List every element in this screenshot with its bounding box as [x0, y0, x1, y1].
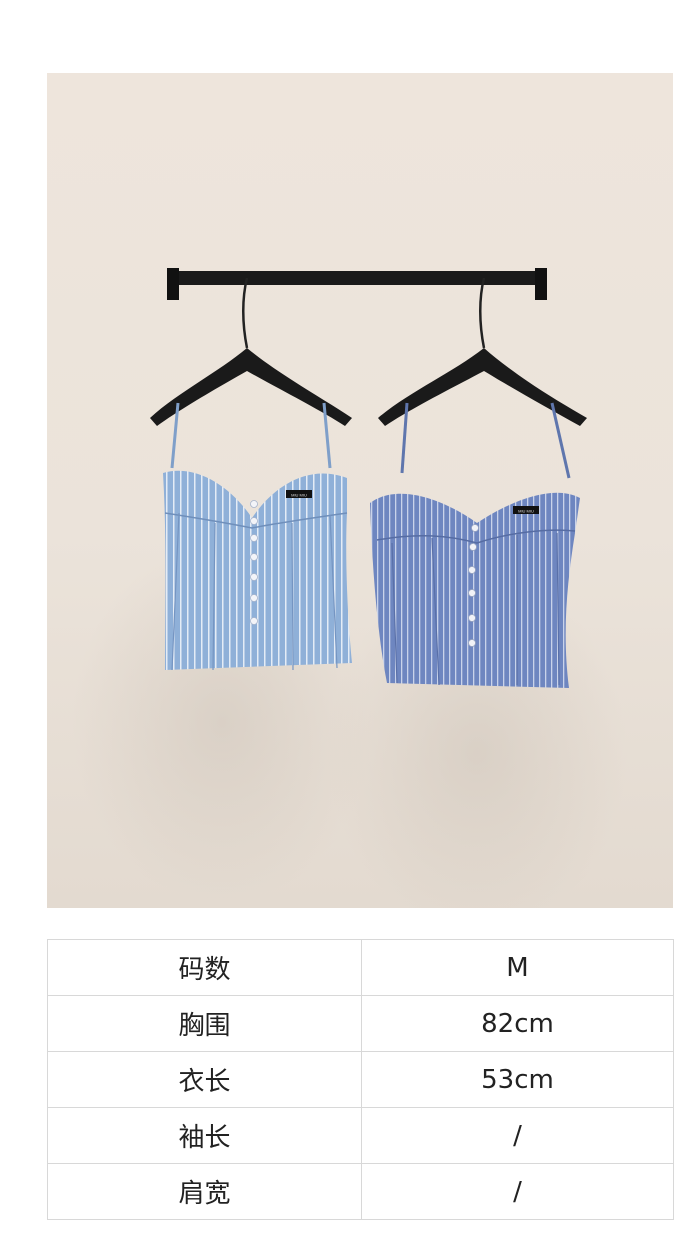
table-row: 胸围 82cm	[47, 995, 674, 1052]
left-hanger	[150, 277, 352, 426]
table-row: 肩宽 /	[47, 1163, 674, 1220]
table-row: 码数 M	[47, 939, 674, 996]
left-logo-patch: MIU MIU	[291, 493, 307, 498]
hanging-rail	[167, 268, 547, 300]
spec-value: 53cm	[361, 1051, 674, 1108]
right-hanger	[378, 277, 587, 426]
table-row: 衣长 53cm	[47, 1051, 674, 1108]
size-spec-table: 码数 M 胸围 82cm 衣长 53cm 袖长 / 肩宽 /	[47, 939, 674, 1220]
spec-value: /	[361, 1107, 674, 1164]
spec-label: 码数	[47, 939, 362, 996]
left-camisole: MIU MIU	[163, 402, 352, 671]
right-camisole: MIU MIU	[370, 402, 580, 688]
spec-label: 衣长	[47, 1051, 362, 1108]
spec-label: 袖长	[47, 1107, 362, 1164]
table-row: 袖长 /	[47, 1107, 674, 1164]
spec-label: 肩宽	[47, 1163, 362, 1220]
spec-value: /	[361, 1163, 674, 1220]
spec-value: 82cm	[361, 995, 674, 1052]
spec-label: 胸围	[47, 995, 362, 1052]
right-logo-patch: MIU MIU	[518, 509, 534, 514]
product-photo: MIU MIU MIU MIU	[47, 73, 673, 908]
spec-value: M	[361, 939, 674, 996]
